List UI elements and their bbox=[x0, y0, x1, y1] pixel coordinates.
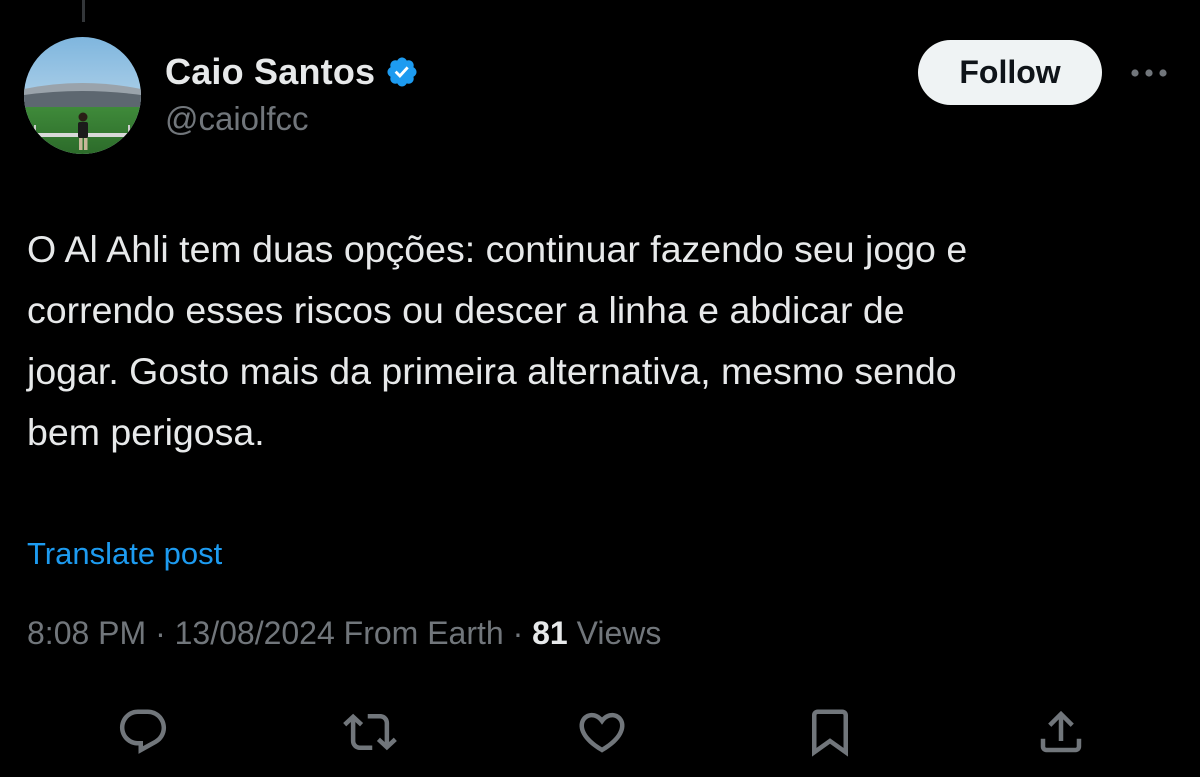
retweet-button[interactable] bbox=[340, 702, 400, 762]
author-info: Caio Santos @caiolfcc bbox=[165, 50, 419, 138]
meta-separator: · bbox=[503, 615, 533, 651]
reply-button[interactable] bbox=[113, 702, 173, 762]
translate-post-link[interactable]: Translate post bbox=[27, 536, 222, 572]
avatar[interactable] bbox=[24, 37, 141, 154]
tweet-text: O Al Ahli tem duas opções: continuar faz… bbox=[27, 228, 968, 453]
tweet-date[interactable]: 13/08/2024 bbox=[175, 615, 335, 651]
thread-connector-line bbox=[82, 0, 85, 22]
views-count: 81 bbox=[532, 615, 568, 651]
tweet-time[interactable]: 8:08 PM bbox=[27, 615, 146, 651]
tweet-metadata: 8:08 PM · 13/08/2024 From Earth · 81 Vie… bbox=[27, 615, 661, 652]
views-label: Views bbox=[576, 615, 662, 651]
reply-icon bbox=[119, 709, 167, 754]
bookmark-button[interactable] bbox=[800, 702, 860, 762]
retweet-icon bbox=[343, 713, 397, 751]
author-display-name[interactable]: Caio Santos bbox=[165, 51, 375, 93]
tweet-source: From Earth bbox=[343, 615, 504, 651]
meta-separator: · bbox=[146, 615, 175, 651]
follow-button[interactable]: Follow bbox=[918, 40, 1102, 105]
bookmark-icon bbox=[812, 709, 848, 757]
verified-badge-icon[interactable] bbox=[385, 55, 419, 89]
like-button[interactable] bbox=[572, 702, 632, 762]
more-options-icon[interactable] bbox=[1126, 58, 1172, 88]
tweet-action-bar bbox=[0, 700, 1200, 770]
author-handle[interactable]: @caiolfcc bbox=[165, 100, 419, 138]
share-button[interactable] bbox=[1031, 702, 1091, 762]
avatar-image bbox=[24, 37, 141, 154]
share-icon bbox=[1040, 710, 1082, 753]
author-name-row: Caio Santos bbox=[165, 50, 419, 94]
like-icon bbox=[579, 712, 625, 753]
